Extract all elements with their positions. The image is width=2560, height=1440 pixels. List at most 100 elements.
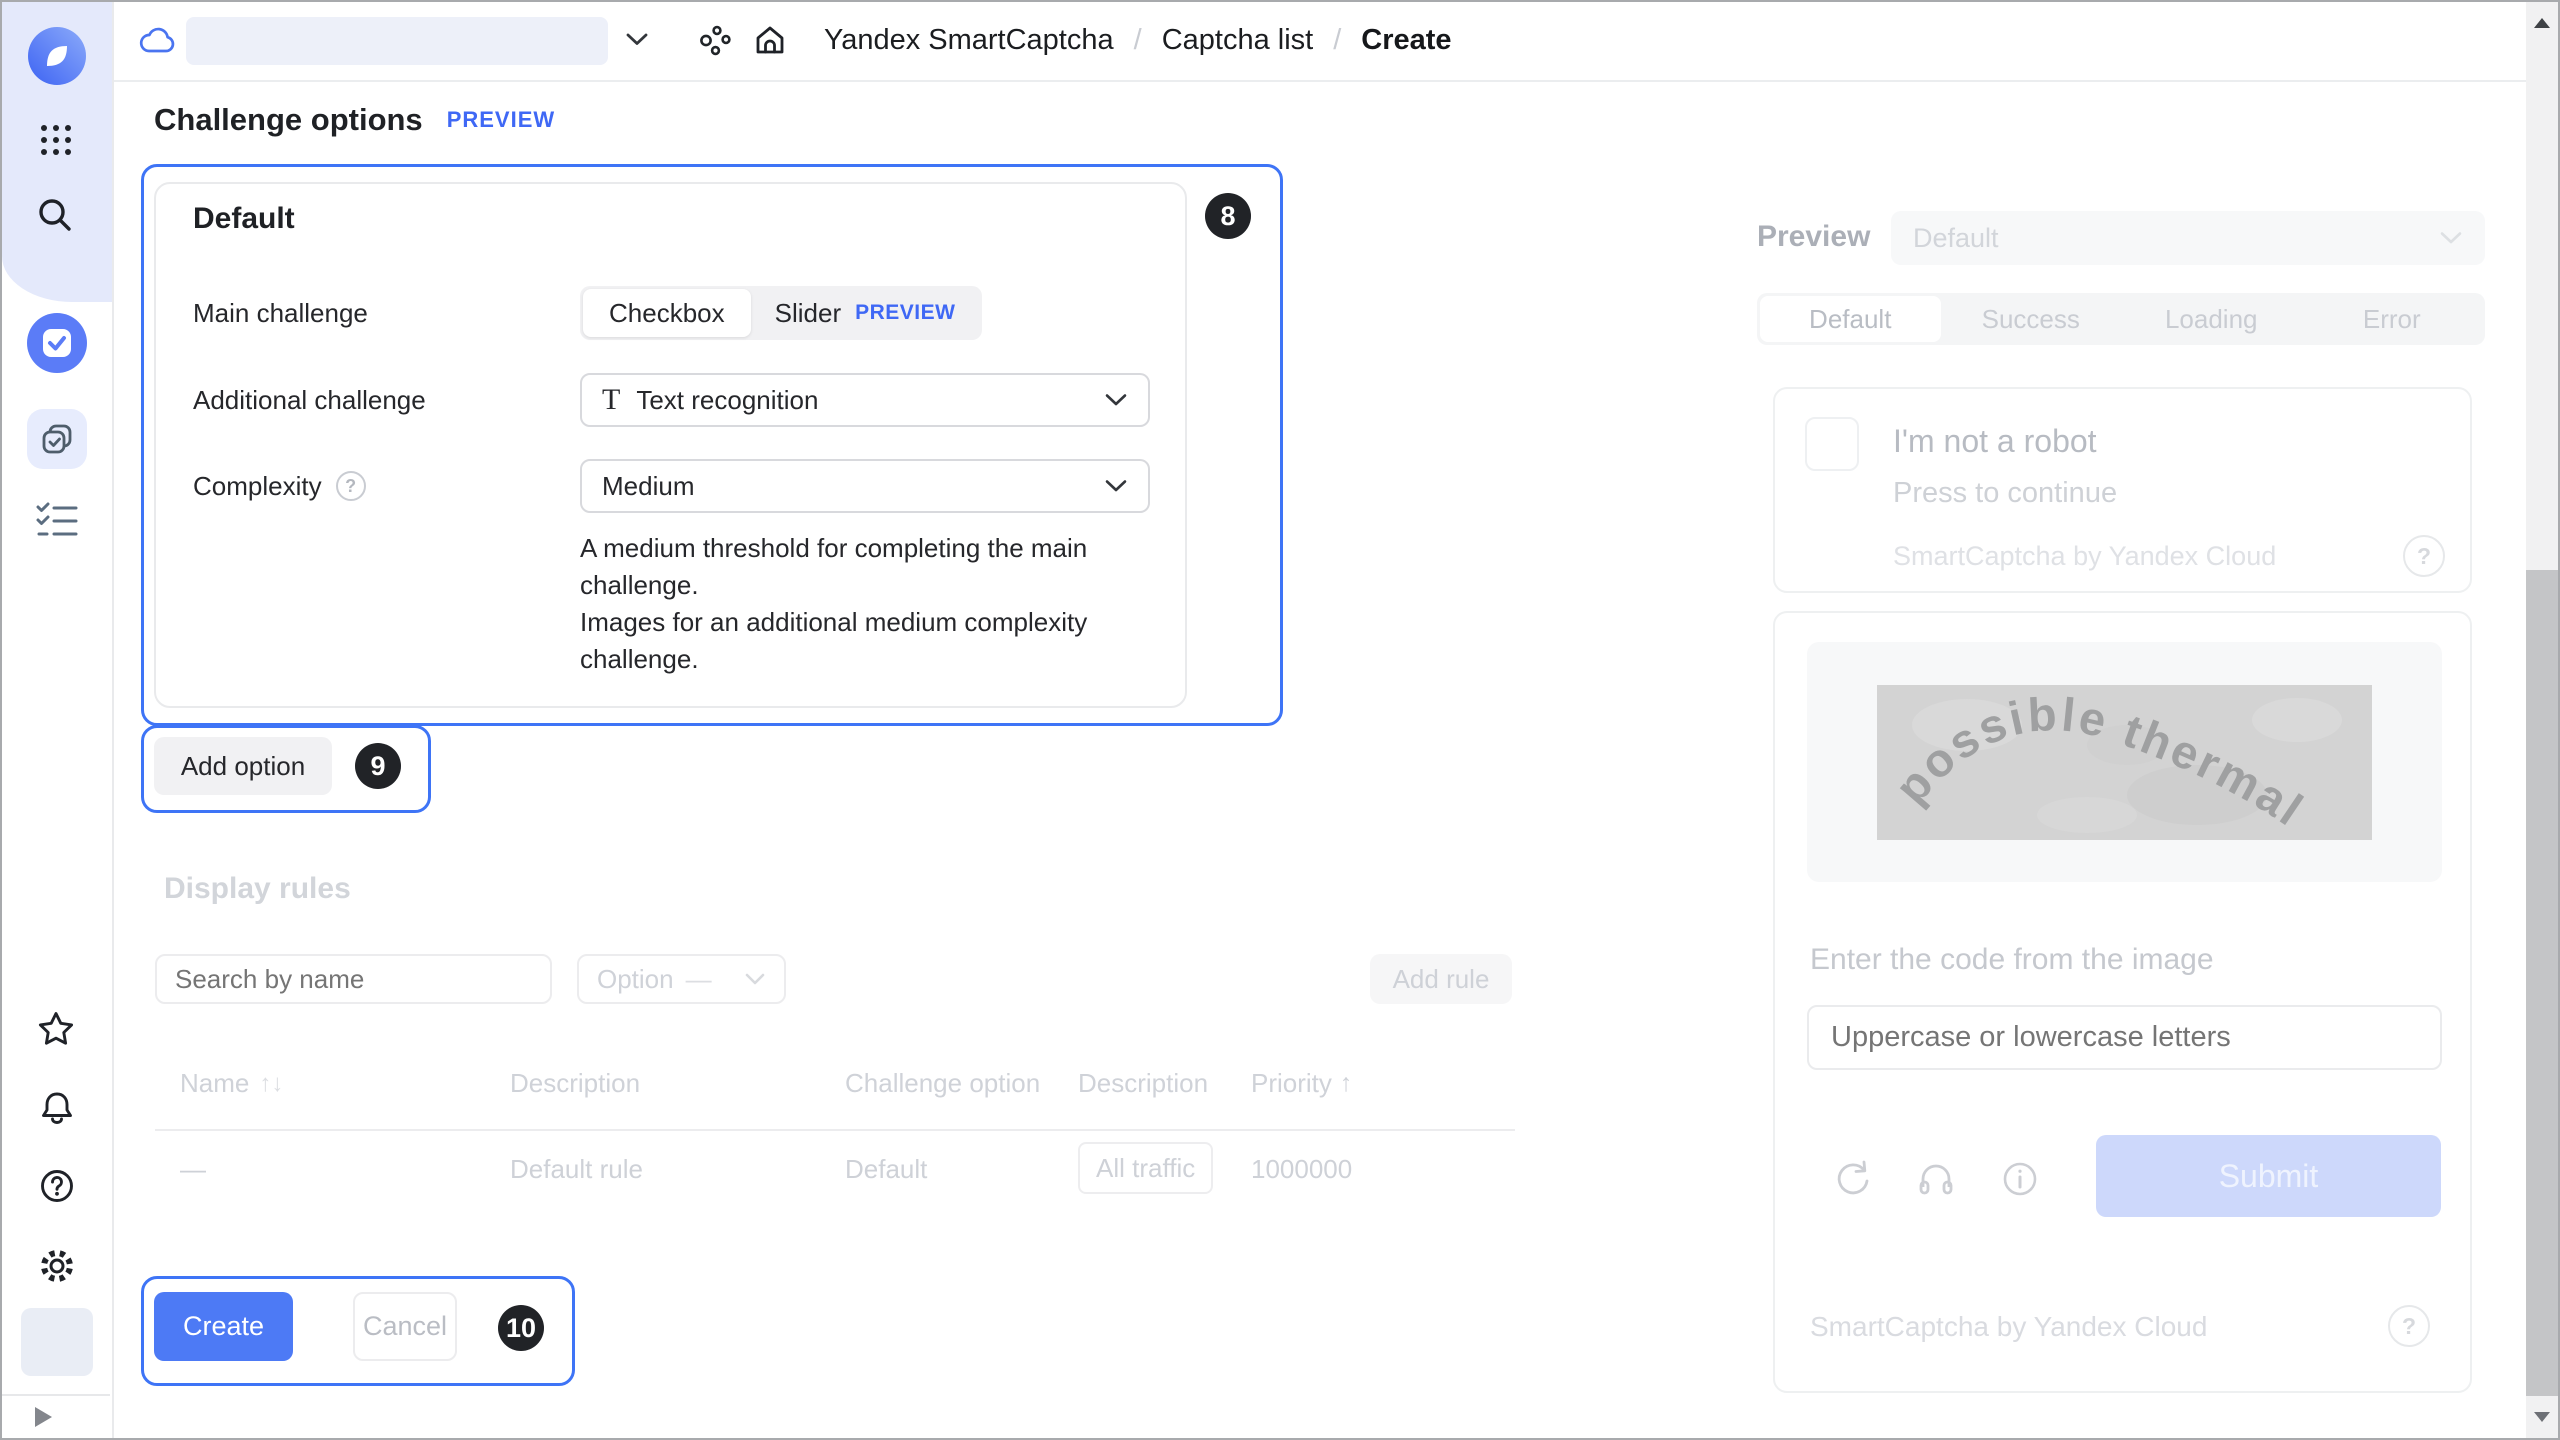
notifications-button[interactable] [36,1087,78,1129]
tab-loading[interactable]: Loading [2121,296,2302,342]
im-not-a-robot-checkbox[interactable] [1805,417,1859,471]
all-services-button[interactable] [36,120,76,160]
page-title-preview-badge: PREVIEW [447,107,555,133]
main-challenge-segmented: Checkbox Slider PREVIEW [580,286,982,340]
option-card-title: Default [193,202,295,236]
sidebar [2,2,114,1438]
tab-error[interactable]: Error [2302,296,2483,342]
captcha-image: possible thermal [1877,685,2372,840]
breadcrumb-service[interactable]: Yandex SmartCaptcha [824,24,1114,57]
rules-option-filter[interactable]: Option — [577,954,786,1004]
settings-button[interactable] [36,1245,78,1287]
rule-cell-description: Default rule [510,1154,643,1185]
home-button[interactable] [752,23,788,64]
preview-label: Preview [1757,220,1870,254]
project-selector[interactable] [186,17,608,65]
captcha-code-input[interactable] [1807,1005,2442,1070]
step-badge-10: 10 [498,1305,544,1351]
captcha-image-frame: possible thermal [1807,642,2442,882]
topbar: Yandex SmartCaptcha / Captcha list / Cre… [114,2,2528,82]
support-button[interactable] [36,1165,78,1207]
captcha-info-button[interactable] [1998,1157,2042,1206]
scrollbar-up-button[interactable] [2526,2,2558,44]
sidebar-item-captcha-list[interactable] [27,409,87,469]
breadcrumb: Yandex SmartCaptcha / Captcha list / Cre… [824,2,1452,78]
column-header-name[interactable]: Name ↑↓ [180,1068,283,1099]
captcha-audio-button[interactable] [1914,1157,1958,1206]
play-triangle-icon [32,1405,54,1429]
complexity-description-line1: A medium threshold for completing the ma… [580,530,1128,604]
tab-success[interactable]: Success [1941,296,2122,342]
avatar[interactable] [21,1308,93,1376]
project-selector-chevron[interactable] [624,30,650,53]
search-button[interactable] [35,195,75,235]
step-badge-9: 9 [355,743,401,789]
chevron-down-icon [1104,478,1128,494]
complexity-select[interactable]: Medium [580,459,1150,513]
segment-slider[interactable]: Slider PREVIEW [751,298,980,329]
check-square-icon [39,325,75,361]
yandex-cloud-console: Yandex SmartCaptcha / Captcha list / Cre… [0,0,2560,1440]
additional-challenge-label: Additional challenge [193,373,426,427]
sort-both-icon: ↑↓ [259,1070,283,1098]
chevron-down-icon [624,30,650,48]
captcha-brand-footer: SmartCaptcha by Yandex Cloud [1810,1311,2207,1343]
captcha-brand: SmartCaptcha by Yandex Cloud [1893,541,2276,572]
sidebar-collapse-button[interactable] [30,1404,56,1430]
captcha-checkbox-card: I'm not a robot Press to continue SmartC… [1773,387,2472,593]
relations-button[interactable] [699,24,733,63]
column-header-description: Description [510,1068,640,1099]
headphones-icon [1914,1157,1958,1201]
preview-state-tabs: Default Success Loading Error [1757,293,2485,345]
scrollbar-thumb[interactable] [2526,570,2558,1398]
add-option-button[interactable]: Add option [154,737,332,795]
captcha-refresh-button[interactable] [1831,1157,1875,1206]
text-recognition-icon: T [602,383,620,417]
search-icon [36,196,74,234]
page-scrollbar[interactable] [2526,2,2558,1438]
column-header-priority[interactable]: Priority ↑ [1251,1068,1352,1099]
step-badge-8: 8 [1205,193,1251,239]
captcha-prompt: Enter the code from the image [1810,943,2214,977]
home-icon [752,23,788,59]
main-challenge-label: Main challenge [193,286,368,340]
rule-cell-name: — [180,1154,206,1185]
rules-search-input[interactable] [155,954,552,1004]
sidebar-item-operations[interactable] [33,499,81,541]
favorites-button[interactable] [35,1008,77,1050]
cancel-button[interactable]: Cancel [353,1292,457,1361]
page-title-row: Challenge options PREVIEW [154,102,555,138]
tab-default[interactable]: Default [1760,296,1941,342]
breadcrumb-current: Create [1361,24,1451,57]
chevron-down-icon [2439,230,2463,246]
slider-preview-badge: PREVIEW [855,301,955,325]
sidebar-item-smartcaptcha-active[interactable] [27,313,87,373]
complexity-label-row: Complexity ? [193,459,366,513]
preview-option-select[interactable]: Default [1891,211,2485,265]
complexity-description-line2: Images for an additional medium complexi… [580,604,1128,678]
services-grid-icon [37,121,75,159]
table-header-divider [155,1129,1515,1131]
sort-up-icon: ↑ [1340,1069,1353,1098]
complexity-help-icon[interactable]: ? [336,471,366,501]
scrollbar-down-button[interactable] [2526,1396,2558,1438]
complexity-description: A medium threshold for completing the ma… [580,530,1128,678]
captcha-title: I'm not a robot [1893,423,2097,460]
yandex-cloud-logo[interactable] [28,27,86,85]
captcha-submit-button[interactable]: Submit [2096,1135,2441,1217]
segment-checkbox[interactable]: Checkbox [583,289,751,337]
bell-icon [37,1088,77,1128]
checklist-icon [34,500,80,540]
captcha-challenge-card: possible thermal Enter the code from the… [1773,611,2472,1393]
captcha-help-icon[interactable]: ? [2388,1305,2430,1347]
column-header-description2: Description [1078,1068,1208,1099]
additional-challenge-select[interactable]: T Text recognition [580,373,1150,427]
chevron-down-icon [1104,392,1128,408]
breadcrumb-captcha-list[interactable]: Captcha list [1162,24,1314,57]
complexity-label: Complexity [193,471,322,502]
star-icon [36,1009,76,1049]
captcha-help-icon[interactable]: ? [2403,535,2445,577]
breadcrumb-separator: / [1333,24,1341,57]
create-button[interactable]: Create [154,1292,293,1361]
add-rule-button[interactable]: Add rule [1370,954,1512,1004]
